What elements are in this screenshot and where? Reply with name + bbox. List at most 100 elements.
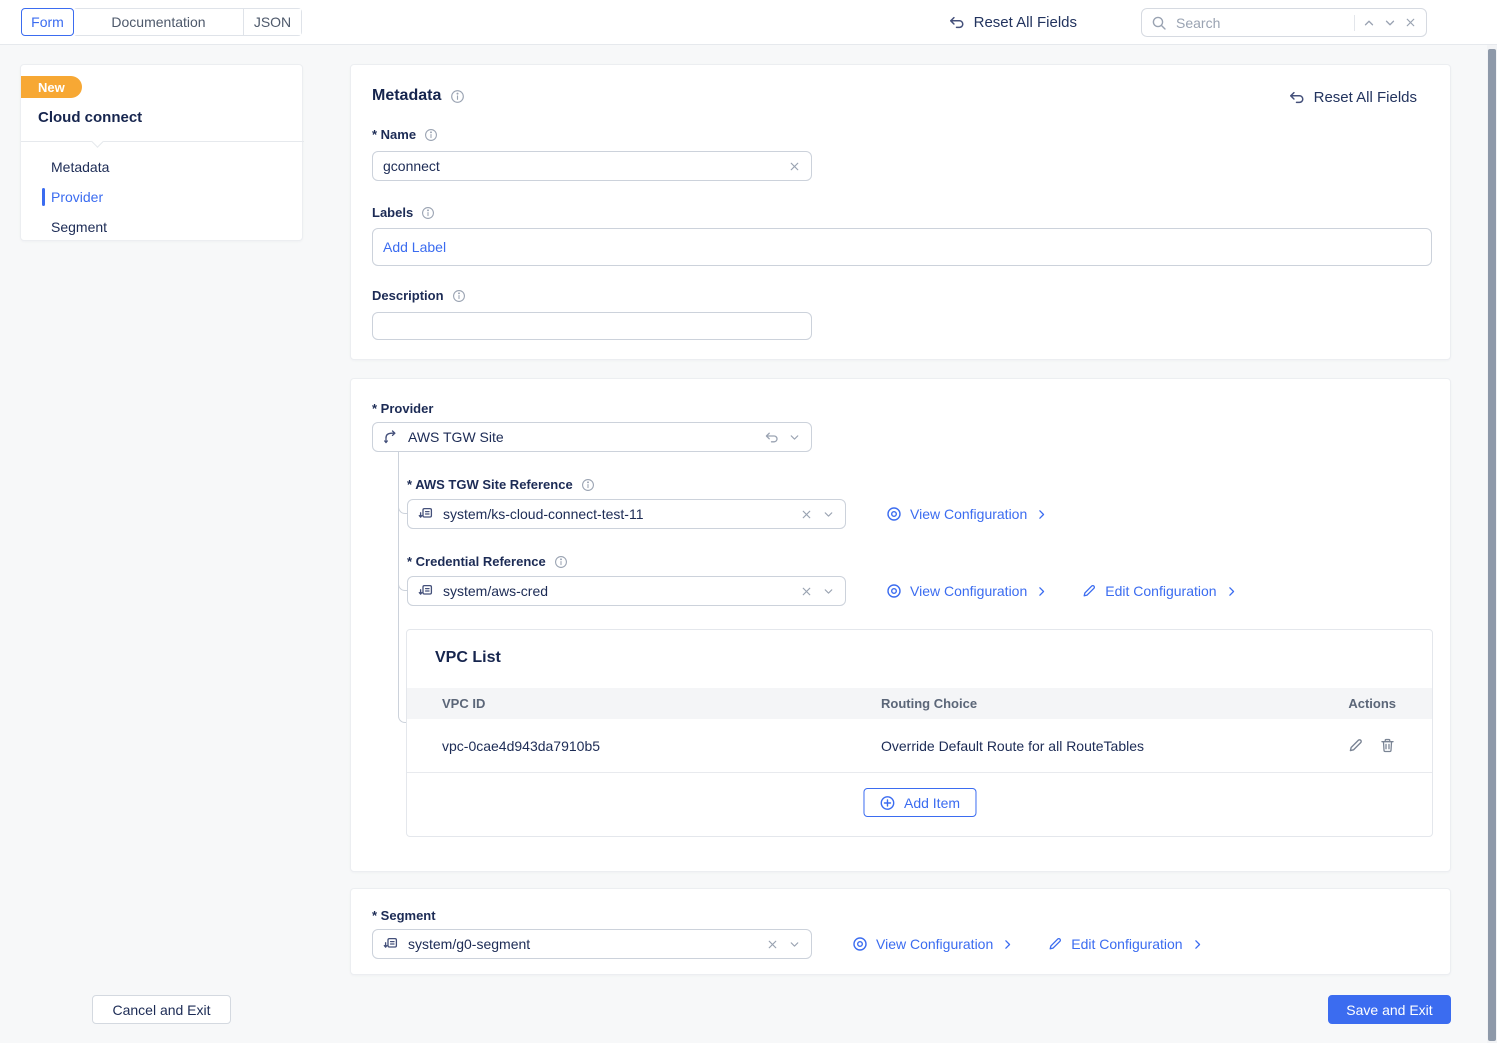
scrollbar-thumb[interactable] <box>1488 49 1496 1041</box>
tgw-site-reference-row: system/ks-cloud-connect-test-11 View Con… <box>407 499 1048 529</box>
vpc-list-card: VPC List VPC ID Routing Choice Actions v… <box>406 629 1433 837</box>
segment-label: * Segment <box>372 908 436 923</box>
chevron-right-icon <box>1035 508 1048 521</box>
reset-all-fields-label: Reset All Fields <box>974 14 1077 31</box>
chevron-down-icon[interactable] <box>1383 16 1397 30</box>
add-item-button[interactable]: Add Item <box>863 788 976 817</box>
description-input[interactable] <box>372 312 812 340</box>
column-routing-choice: Routing Choice <box>881 696 1348 711</box>
metadata-heading: Metadata <box>372 87 465 105</box>
info-icon[interactable] <box>424 128 438 142</box>
provider-select[interactable]: AWS TGW Site <box>372 422 812 452</box>
info-icon[interactable] <box>581 478 595 492</box>
clear-icon[interactable] <box>800 585 813 598</box>
clear-icon[interactable] <box>788 160 801 173</box>
labels-label: Labels <box>372 205 435 220</box>
top-toolbar: Form Documentation JSON Reset All Fields <box>0 0 1497 45</box>
credential-reference-select[interactable]: system/aws-cred <box>407 576 846 606</box>
tgw-site-reference-select[interactable]: system/ks-cloud-connect-test-11 <box>407 499 846 529</box>
search-icon <box>1151 15 1167 31</box>
table-row: vpc-0cae4d943da7910b5 Override Default R… <box>407 719 1432 773</box>
sidebar-item-segment[interactable]: Segment <box>21 216 304 238</box>
scrollbar-track[interactable] <box>1487 45 1497 1043</box>
view-configuration-label: View Configuration <box>910 583 1027 599</box>
eye-icon <box>852 936 868 952</box>
undo-icon[interactable] <box>764 430 779 445</box>
credential-reference-row: system/aws-cred View Configuration Edit … <box>407 576 1238 606</box>
chevron-down-icon[interactable] <box>788 938 801 951</box>
new-badge: New <box>21 76 82 98</box>
provider-section: * Provider AWS TGW Site * AWS TGW Site R… <box>350 378 1451 872</box>
branch-icon <box>383 429 399 445</box>
reset-label: Reset All Fields <box>1314 89 1417 106</box>
reference-icon <box>418 583 434 599</box>
undo-icon <box>1288 89 1305 106</box>
sidebar-item-provider[interactable]: Provider <box>21 186 304 208</box>
labels-field[interactable]: Add Label <box>372 228 1432 266</box>
chevron-up-icon[interactable] <box>1362 16 1376 30</box>
reset-all-fields-button[interactable]: Reset All Fields <box>948 8 1077 36</box>
segment-select[interactable]: system/g0-segment <box>372 929 812 959</box>
active-indicator <box>42 188 45 206</box>
chevron-right-icon <box>1001 938 1014 951</box>
eye-icon <box>886 583 902 599</box>
tgw-site-reference-value: system/ks-cloud-connect-test-11 <box>443 506 791 522</box>
close-icon[interactable] <box>1404 16 1417 29</box>
edit-configuration-label: Edit Configuration <box>1105 583 1216 599</box>
vpc-table-header: VPC ID Routing Choice Actions <box>407 688 1432 719</box>
add-label-button[interactable]: Add Label <box>383 239 446 255</box>
credential-reference-label: * Credential Reference <box>407 554 568 569</box>
tgw-view-configuration-link[interactable]: View Configuration <box>886 506 1048 522</box>
provider-value: AWS TGW Site <box>408 429 755 445</box>
view-configuration-label: View Configuration <box>876 936 993 952</box>
chevron-down-icon[interactable] <box>822 585 835 598</box>
sidebar-item-metadata[interactable]: Metadata <box>21 156 304 178</box>
name-label: * Name <box>372 127 438 142</box>
search-box <box>1141 8 1427 37</box>
credential-reference-value: system/aws-cred <box>443 583 791 599</box>
sidebar-title: Cloud connect <box>38 109 142 126</box>
sidebar-item-label: Metadata <box>51 159 109 175</box>
info-icon[interactable] <box>450 89 465 104</box>
clear-icon[interactable] <box>800 508 813 521</box>
reference-icon <box>383 936 399 952</box>
segment-value: system/g0-segment <box>408 936 757 952</box>
segment-row: system/g0-segment View Configuration Edi… <box>372 929 1204 959</box>
segment-edit-configuration-link[interactable]: Edit Configuration <box>1047 936 1203 952</box>
sidebar-item-label: Provider <box>51 189 103 205</box>
clear-icon[interactable] <box>766 938 779 951</box>
credential-edit-configuration-link[interactable]: Edit Configuration <box>1081 583 1237 599</box>
provider-label: * Provider <box>372 401 433 416</box>
tab-form[interactable]: Form <box>21 8 74 36</box>
plus-circle-icon <box>879 795 895 811</box>
add-item-label: Add Item <box>904 795 960 811</box>
column-actions: Actions <box>1348 696 1396 711</box>
credential-view-configuration-link[interactable]: View Configuration <box>886 583 1048 599</box>
delete-row-icon[interactable] <box>1379 737 1396 754</box>
save-and-exit-button[interactable]: Save and Exit <box>1328 995 1451 1024</box>
vpc-list-heading: VPC List <box>435 649 501 667</box>
divider <box>1354 15 1355 31</box>
info-icon[interactable] <box>554 555 568 569</box>
reference-icon <box>418 506 434 522</box>
card-reset-all-fields-button[interactable]: Reset All Fields <box>1288 89 1417 106</box>
chevron-down-icon[interactable] <box>788 431 801 444</box>
cancel-and-exit-button[interactable]: Cancel and Exit <box>92 995 231 1024</box>
tab-documentation[interactable]: Documentation <box>74 9 244 35</box>
chevron-down-icon[interactable] <box>822 508 835 521</box>
segment-view-configuration-link[interactable]: View Configuration <box>852 936 1014 952</box>
edit-row-icon[interactable] <box>1347 737 1364 754</box>
name-input[interactable]: gconnect <box>372 151 812 181</box>
info-icon[interactable] <box>452 289 466 303</box>
tab-json[interactable]: JSON <box>244 9 301 35</box>
edit-configuration-label: Edit Configuration <box>1071 936 1182 952</box>
collapse-notch-icon <box>91 135 104 148</box>
info-icon[interactable] <box>421 206 435 220</box>
eye-icon <box>886 506 902 522</box>
chevron-right-icon <box>1191 938 1204 951</box>
view-configuration-label: View Configuration <box>910 506 1027 522</box>
name-value: gconnect <box>383 158 779 174</box>
pencil-icon <box>1081 583 1097 599</box>
metadata-section: Metadata Reset All Fields * Name gconnec… <box>350 64 1451 360</box>
search-input[interactable] <box>1174 14 1347 32</box>
